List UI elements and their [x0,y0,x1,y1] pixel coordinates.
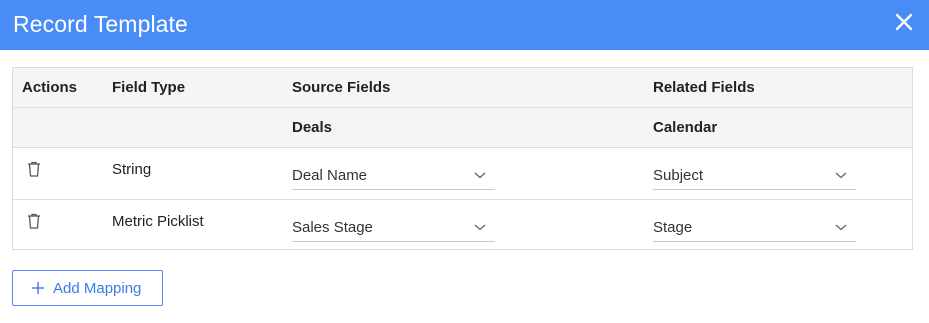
header-source-fields: Source Fields [292,79,391,96]
chevron-down-icon [473,219,487,231]
close-icon[interactable] [894,12,914,32]
header-field-type: Field Type [112,79,186,96]
trash-icon[interactable] [26,160,42,178]
source-field-select[interactable]: Deal Name [292,161,495,190]
header-actions: Actions [22,79,78,96]
dialog-header: Record Template [0,0,929,50]
related-field-select[interactable]: Stage [653,213,856,242]
dialog-title: Record Template [13,11,188,37]
source-field-value: Sales Stage [292,219,373,236]
subheader-source-module: Deals [292,119,333,136]
field-type-value: String [112,161,152,178]
trash-icon[interactable] [26,212,42,230]
related-field-value: Stage [653,219,693,236]
related-field-select[interactable]: Subject [653,161,856,190]
chevron-down-icon [834,167,848,179]
table-row: Metric Picklist Sales Stage Stage [13,200,912,252]
field-type-value: Metric Picklist [112,213,204,230]
add-mapping-label: Add Mapping [53,280,142,297]
table-header-row: Actions Field Type Source Fields Related… [13,68,912,108]
plus-icon [31,281,45,295]
related-field-value: Subject [653,167,704,184]
add-mapping-button[interactable]: Add Mapping [12,270,163,306]
chevron-down-icon [834,219,848,231]
mapping-table: Actions Field Type Source Fields Related… [12,67,913,250]
source-field-value: Deal Name [292,167,368,184]
chevron-down-icon [473,167,487,179]
source-field-select[interactable]: Sales Stage [292,213,495,242]
table-row: String Deal Name Subject [13,148,912,200]
header-related-fields: Related Fields [653,79,755,96]
table-subheader-row: Deals Calendar [13,108,912,148]
subheader-related-module: Calendar [653,119,718,136]
